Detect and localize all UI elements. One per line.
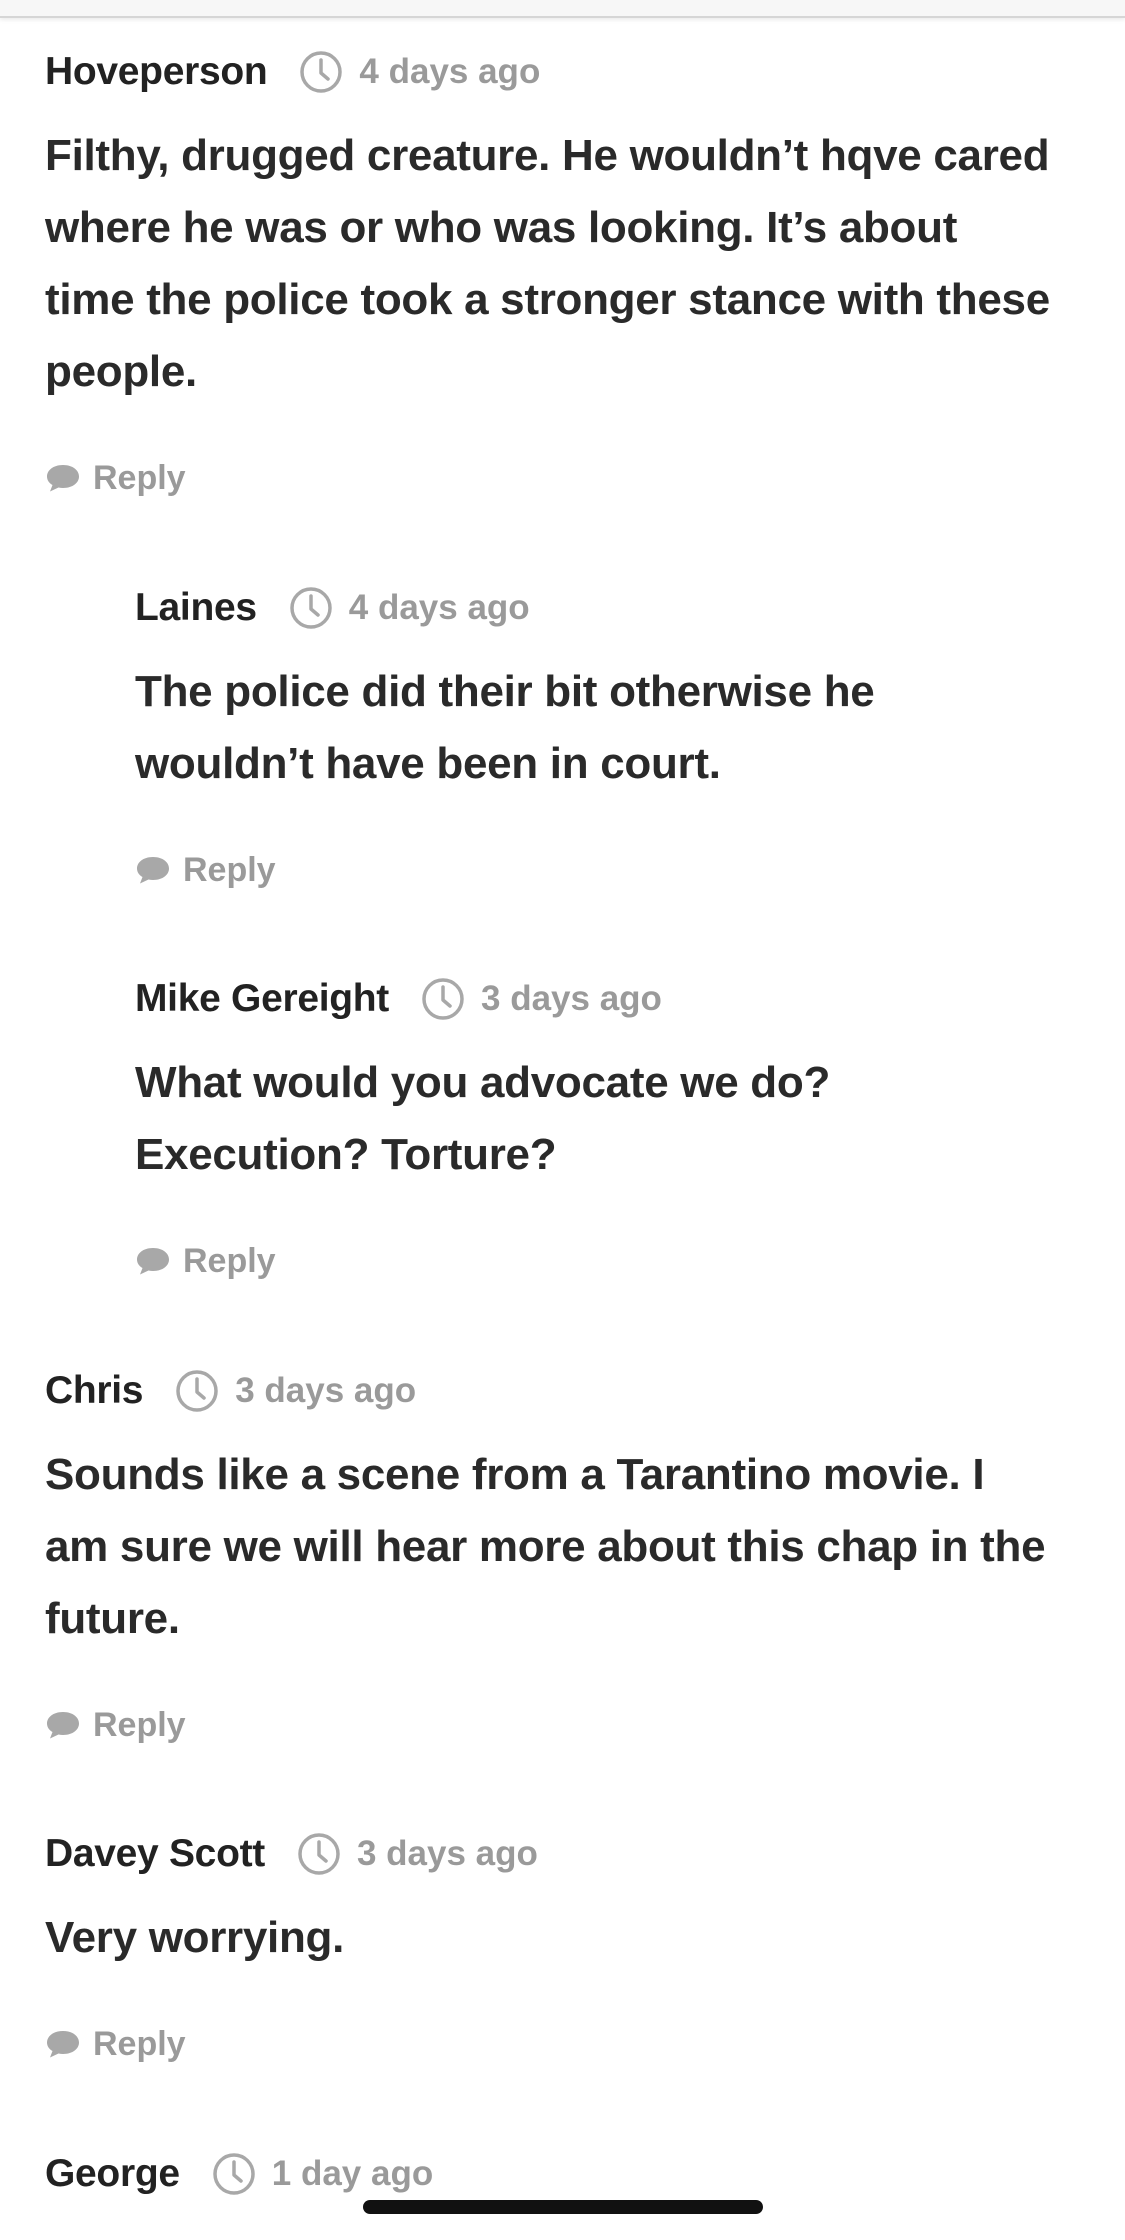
reply-button[interactable]: Reply [135, 1239, 276, 1283]
clock-icon [300, 51, 343, 93]
reply-label: Reply [183, 1241, 276, 1280]
clock-icon [290, 587, 332, 629]
comment-chris: Chris 3 days ago Sounds like a scene fro… [45, 1361, 1055, 1747]
comment-header: Chris 3 days ago [45, 1361, 1055, 1421]
comment-hoveperson: Hoveperson 4 days ago Filthy, drugged cr… [45, 42, 1055, 500]
comment-george: George 1 day ago [45, 2144, 1055, 2204]
comment-author[interactable]: Hoveperson [45, 50, 268, 94]
comment-header: Davey Scott 3 days ago [45, 1824, 1055, 1884]
comment-time: 4 days ago [359, 52, 541, 91]
comment-text: What would you advocate we do? Execution… [135, 1058, 831, 1179]
clock-icon [298, 1833, 340, 1875]
comment-author[interactable]: George [45, 2152, 180, 2196]
reply-label: Reply [93, 2024, 186, 2063]
reply-button[interactable]: Reply [45, 1703, 186, 1747]
comment-text: Very worrying. [45, 1913, 345, 1962]
speech-bubble-icon [137, 857, 169, 884]
comment-author[interactable]: Mike Gereight [135, 977, 389, 1021]
comment-text: The police did their bit otherwise he wo… [135, 667, 875, 788]
comment-mike-gereight: Mike Gereight 3 days ago What would you … [135, 969, 1055, 1283]
comment-time: 4 days ago [348, 588, 530, 627]
comment-author[interactable]: Davey Scott [45, 1832, 265, 1876]
clock-icon [176, 1370, 218, 1412]
comment-text: Sounds like a scene from a Tarantino mov… [45, 1450, 1046, 1643]
reply-label: Reply [93, 1705, 186, 1744]
top-bar-edge [0, 0, 1125, 18]
reply-label: Reply [93, 458, 186, 497]
reply-label: Reply [183, 850, 276, 889]
comment-header: Laines 4 days ago [135, 578, 1055, 638]
comment-header: Mike Gereight 3 days ago [135, 969, 1055, 1029]
comment-header: George 1 day ago [45, 2144, 1055, 2204]
home-indicator[interactable] [363, 2200, 763, 2214]
speech-bubble-icon [137, 1248, 169, 1275]
reply-button[interactable]: Reply [45, 2022, 186, 2066]
comment-author[interactable]: Laines [135, 586, 257, 630]
comment-time: 1 day ago [271, 2154, 434, 2193]
comment-author[interactable]: Chris [45, 1369, 144, 1413]
clock-icon [422, 978, 464, 1020]
comment-text: Filthy, drugged creature. He wouldn’t hq… [45, 131, 1050, 396]
reply-button[interactable]: Reply [45, 456, 186, 500]
comment-davey-scott: Davey Scott 3 days ago Very worrying. Re… [45, 1824, 1055, 2066]
comment-laines: Laines 4 days ago The police did their b… [135, 578, 1055, 892]
speech-bubble-icon [47, 1712, 79, 1739]
clock-icon [213, 2153, 255, 2195]
comment-time: 3 days ago [235, 1371, 417, 1410]
comment-header: Hoveperson 4 days ago [45, 42, 1055, 102]
comment-time: 3 days ago [356, 1834, 538, 1873]
reply-button[interactable]: Reply [135, 848, 276, 892]
speech-bubble-icon [47, 2031, 79, 2058]
comment-time: 3 days ago [481, 979, 662, 1018]
speech-bubble-icon [47, 465, 79, 492]
